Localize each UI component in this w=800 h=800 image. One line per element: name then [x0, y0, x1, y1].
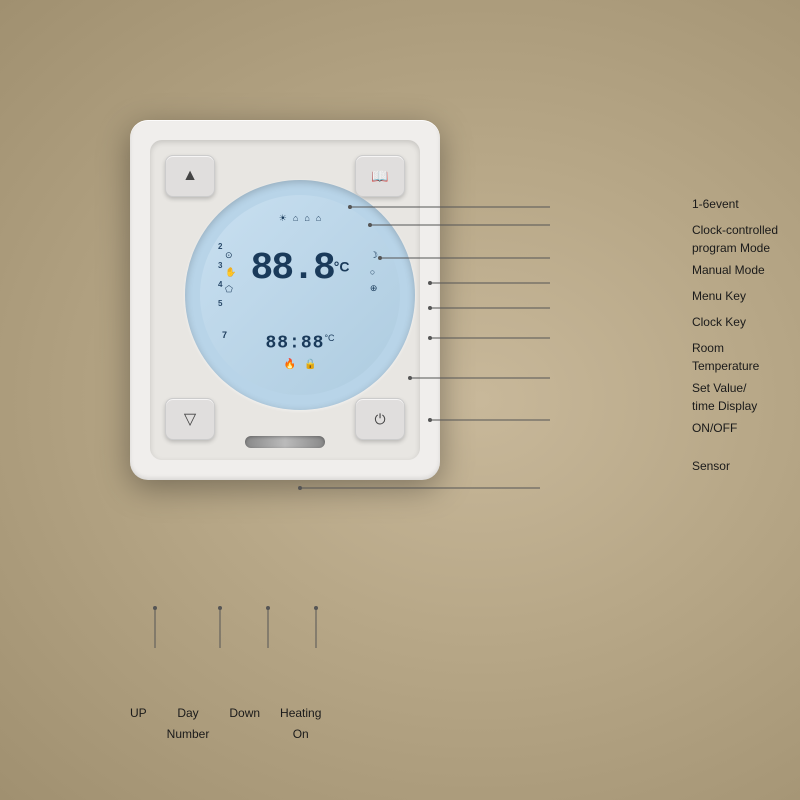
menu-icon: 📖 [371, 168, 388, 185]
annotation-day-number: DayNumber [167, 703, 210, 745]
left-icons: ⊙ ✋ ⬠ [225, 250, 236, 295]
annotation-manual-mode: Manual Mode [692, 261, 778, 279]
pentagon-icon: ⬠ [225, 284, 236, 295]
home-filled-icon: ⌂ [304, 213, 309, 224]
clock-ring-icon: ⊙ [225, 250, 236, 261]
annotation-clock-controlled: Clock-controlledprogram Mode [692, 221, 778, 257]
led-indicator [245, 436, 325, 448]
time-display-area: 88:88°C [265, 333, 334, 353]
down-button[interactable]: ▽ [165, 398, 215, 440]
right-annotations: 1-6event Clock-controlledprogram Mode Ma… [692, 195, 778, 475]
annotation-up: UP [130, 703, 147, 745]
thermostat-inner: ▲ 📖 1 2 3 4 5 ☀ ⌂ ⌂ [150, 140, 420, 460]
temperature-display: 88.8°C [251, 250, 350, 288]
annotation-room-temp: RoomTemperature [692, 339, 778, 375]
annotation-set-value: Set Value/time Display [692, 379, 778, 415]
temperature-value: 88.8 [251, 247, 334, 290]
bottom-lcd-icons: 🔥 🔒 [284, 359, 317, 370]
annotation-heating-on: HeatingOn [280, 703, 321, 745]
bottom-annotations: UP DayNumber Down HeatingOn [130, 703, 321, 745]
scale-2: 2 [218, 242, 222, 251]
down-arrow-icon: ▽ [184, 409, 196, 429]
sun-icon: ☀ [279, 213, 287, 224]
annotation-1-6event: 1-6event [692, 195, 778, 213]
flame-icon: 🔥 [284, 359, 296, 370]
thermo-icon: ⊕ [370, 283, 378, 294]
lcd-display: 1 2 3 4 5 ☀ ⌂ ⌂ ⌂ ☽ ○ ⊕ [185, 180, 415, 410]
temp-unit: °C [334, 259, 350, 275]
day-number-display: 7 [222, 330, 227, 340]
up-button[interactable]: ▲ [165, 155, 215, 197]
up-arrow-icon: ▲ [182, 167, 198, 185]
scale-5: 5 [218, 299, 222, 308]
power-icon: ⏻ [374, 411, 385, 428]
moon-icon: ☽ [370, 250, 378, 261]
annotation-down: Down [229, 703, 260, 745]
annotation-on-off: ON/OFF [692, 419, 778, 437]
annotation-menu-key: Menu Key [692, 287, 778, 305]
scale-3: 3 [218, 261, 222, 270]
right-icons: ☽ ○ ⊕ [370, 250, 378, 294]
number-scale: 1 2 3 4 5 [218, 223, 222, 308]
menu-button[interactable]: 📖 [355, 155, 405, 197]
time-value: 88:88 [265, 333, 324, 353]
hand-icon: ✋ [225, 267, 236, 278]
scale-1: 1 [218, 223, 222, 232]
scale-4: 4 [218, 280, 222, 289]
thermostat-device: ▲ 📖 1 2 3 4 5 ☀ ⌂ ⌂ [130, 120, 440, 480]
top-icons: ☀ ⌂ ⌂ ⌂ [279, 213, 321, 224]
lock-icon: 🔒 [304, 359, 316, 370]
home-icon: ⌂ [293, 213, 298, 224]
circle-icon: ○ [370, 267, 378, 277]
power-button[interactable]: ⏻ [355, 398, 405, 440]
lcd-inner: 1 2 3 4 5 ☀ ⌂ ⌂ ⌂ ☽ ○ ⊕ [200, 195, 400, 395]
time-unit: °C [324, 333, 334, 343]
annotation-clock-key: Clock Key [692, 313, 778, 331]
home-moon-icon: ⌂ [316, 213, 321, 224]
annotation-sensor: Sensor [692, 457, 778, 475]
